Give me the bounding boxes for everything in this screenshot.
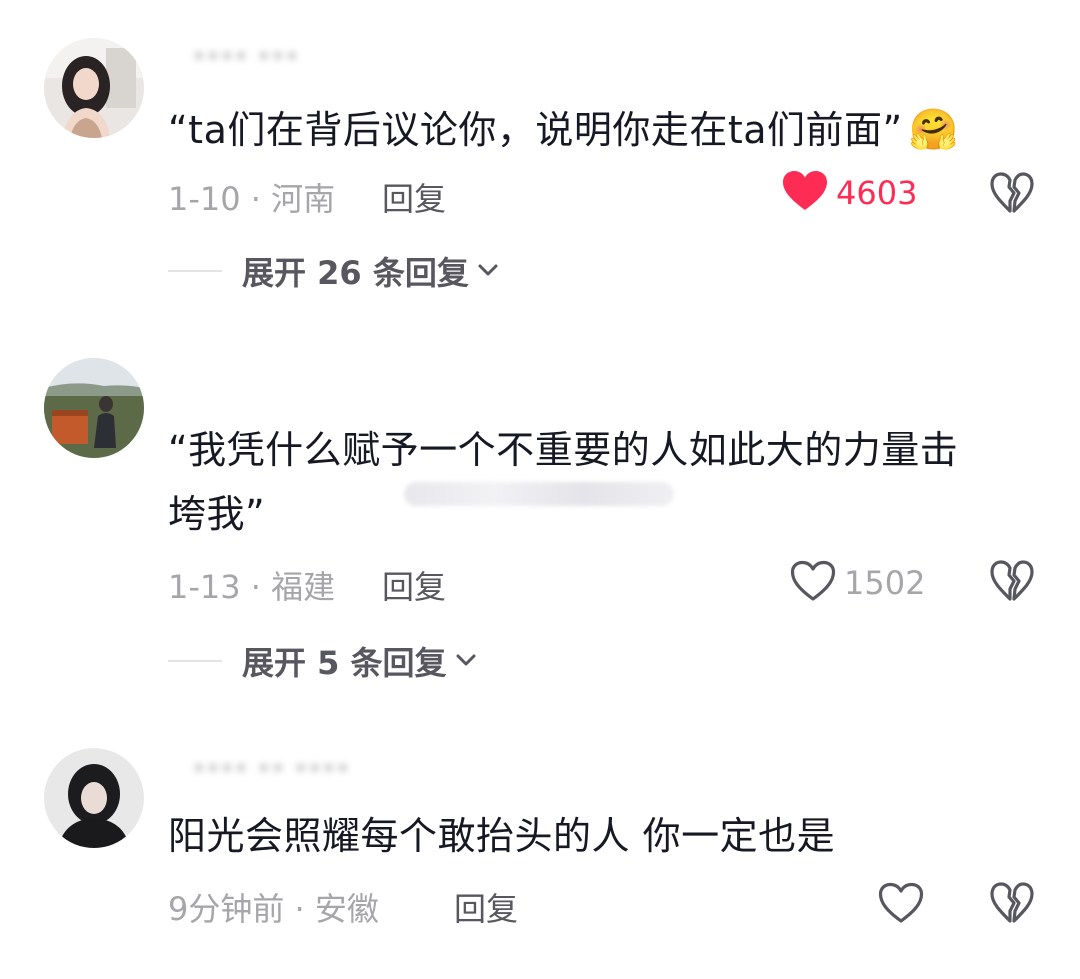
comment-item: **** ** **** 阳光会照耀每个敢抬头的人 你一定也是 9分钟前 · 安…	[0, 0, 1080, 979]
like-button[interactable]	[878, 882, 924, 928]
reply-button[interactable]: 回复	[454, 884, 518, 930]
avatar[interactable]	[44, 748, 144, 848]
heart-outline-icon	[878, 882, 924, 928]
comment-text: 阳光会照耀每个敢抬头的人 你一定也是	[168, 814, 836, 858]
date-location: 9分钟前 · 安徽	[168, 890, 379, 928]
username[interactable]: **** ** ****	[192, 756, 350, 789]
broken-heart-icon	[990, 882, 1034, 928]
dislike-button[interactable]	[990, 882, 1034, 928]
